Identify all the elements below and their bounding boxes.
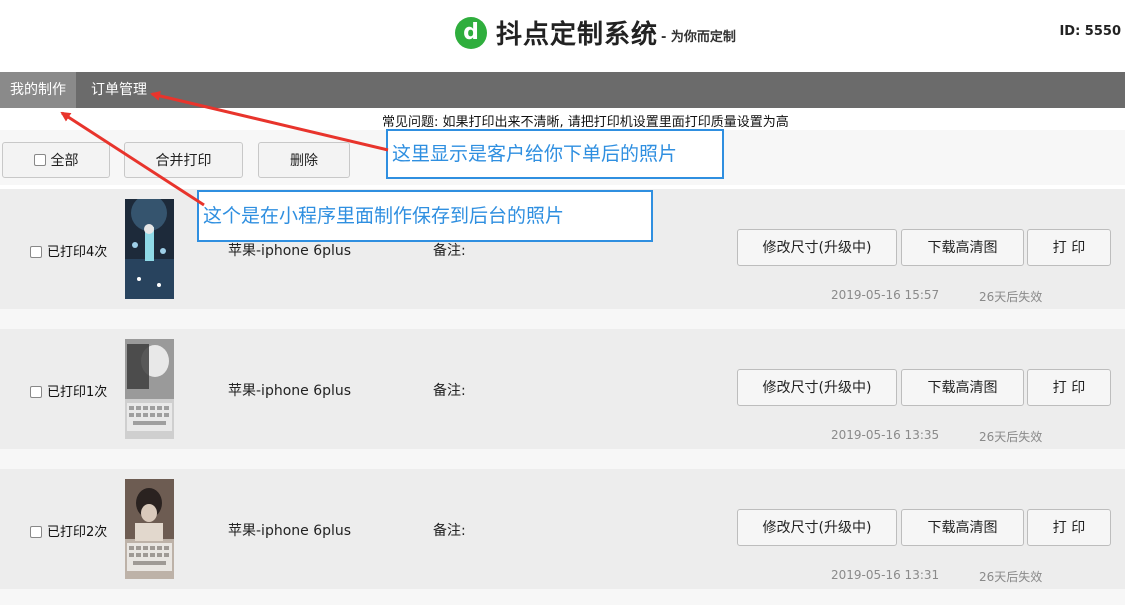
annotation-arrows	[60, 90, 389, 207]
arrow-to-my-works	[60, 111, 205, 207]
arrow-to-orders	[150, 90, 389, 152]
